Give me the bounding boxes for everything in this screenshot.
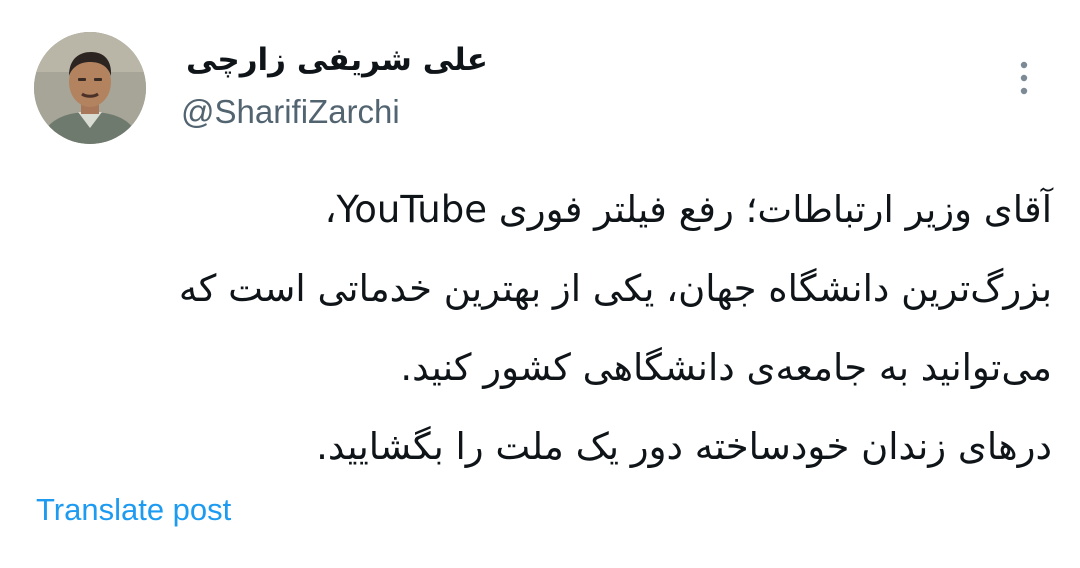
post-text-line: آقای وزیر ارتباطات؛ رفع فیلتر فوری YouTu… xyxy=(324,188,1052,231)
post-text-line: درهای زندان خودساخته دور یک ملت را بگشای… xyxy=(316,425,1052,468)
author-name[interactable]: علی شریفی زارچی xyxy=(186,42,488,78)
post-text-line: می‌توانید به جامعه‌ی دانشگاهی کشور کنید. xyxy=(400,346,1052,389)
more-vertical-icon xyxy=(1020,61,1028,95)
more-options-button[interactable] xyxy=(1000,54,1048,102)
avatar[interactable] xyxy=(34,32,146,144)
post-text: آقای وزیر ارتباطات؛ رفع فیلتر فوری YouTu… xyxy=(30,170,1052,486)
post-card: علی شریفی زارچی @SharifiZarchi آقای وزیر… xyxy=(0,0,1080,568)
author-handle[interactable]: @SharifiZarchi xyxy=(181,93,400,131)
post-text-line: بزرگ‌ترین دانشگاه جهان، یکی از بهترین خد… xyxy=(178,267,1052,310)
translate-post-link[interactable]: Translate post xyxy=(36,492,231,528)
profile-photo-icon xyxy=(34,32,146,144)
